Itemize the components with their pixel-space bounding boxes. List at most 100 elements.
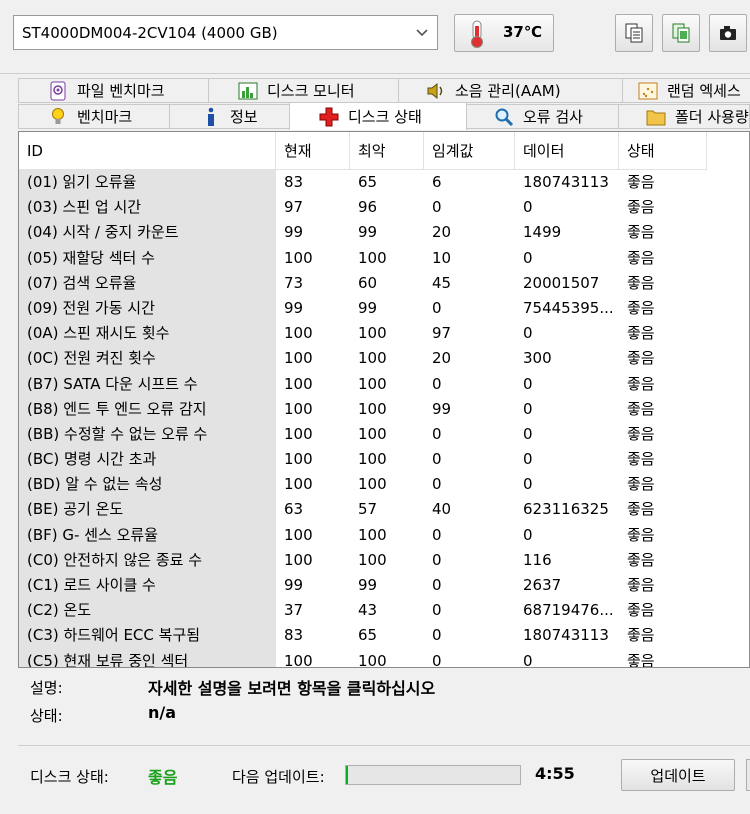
raw-data: 75445395... bbox=[523, 298, 614, 317]
copy-all-icon bbox=[672, 23, 690, 43]
copy-all-button[interactable] bbox=[662, 14, 700, 52]
raw-data: 2637 bbox=[523, 576, 562, 594]
state-label: 상태: bbox=[30, 707, 63, 725]
attr-id: (BD) 알 수 없는 속성 bbox=[19, 472, 276, 498]
tab-info[interactable]: 정보 bbox=[169, 104, 290, 129]
status-value: 좋음 bbox=[627, 475, 655, 494]
column-header-worst[interactable]: 최악 bbox=[350, 132, 424, 170]
tab-label: 파일 벤치마크 bbox=[77, 82, 165, 100]
attr-id: (01) 읽기 오류율 bbox=[19, 170, 276, 196]
worst-value: 100 bbox=[358, 374, 387, 393]
worst-value: 96 bbox=[358, 198, 378, 217]
table-row[interactable]: (BE) 공기 온도 63 57 40 623116325 좋음 bbox=[19, 497, 749, 523]
table-row[interactable]: (BF) G- 센스 오류율 100 100 0 0 좋음 bbox=[19, 522, 749, 548]
column-header-status[interactable]: 상태 bbox=[619, 132, 707, 170]
status-value: 좋음 bbox=[627, 173, 655, 191]
extra-button[interactable] bbox=[746, 759, 750, 791]
threshold-value: 40 bbox=[432, 500, 452, 519]
raw-data: 0 bbox=[523, 424, 533, 443]
current-value: 100 bbox=[284, 399, 313, 418]
current-value: 100 bbox=[284, 324, 313, 343]
column-header-data[interactable]: 데이터 bbox=[515, 132, 619, 170]
current-value: 100 bbox=[284, 475, 313, 494]
info-icon bbox=[200, 107, 222, 127]
tab-error-scan[interactable]: 오류 검사 bbox=[466, 104, 619, 129]
raw-data: 20001507 bbox=[523, 273, 600, 292]
attr-id: (C5) 현재 보류 중인 섹터 bbox=[19, 648, 276, 667]
tab-benchmark[interactable]: 벤치마크 bbox=[18, 104, 170, 129]
table-row[interactable]: (B7) SATA 다운 시프트 수 100 100 0 0 좋음 bbox=[19, 371, 749, 397]
table-row[interactable]: (05) 재할당 섹터 수 100 100 10 0 좋음 bbox=[19, 245, 749, 271]
screenshot-button[interactable] bbox=[709, 14, 747, 52]
tab-file-benchmark[interactable]: 파일 벤치마크 bbox=[18, 78, 209, 103]
table-body: (01) 읽기 오류율 83 65 6 180743113 좋음 (03) 스핀 업 시간 9… bbox=[19, 170, 749, 667]
tab-random-access[interactable]: 랜덤 엑세스 bbox=[622, 78, 750, 103]
table-row[interactable]: (03) 스핀 업 시간 97 96 0 0 좋음 bbox=[19, 195, 749, 221]
table-row[interactable]: (BC) 명령 시간 초과 100 100 0 0 좋음 bbox=[19, 447, 749, 473]
worst-value: 100 bbox=[358, 475, 387, 494]
current-value: 83 bbox=[284, 626, 304, 645]
table-row[interactable]: (04) 시작 / 중지 카운트 99 99 20 1499 좋음 bbox=[19, 220, 749, 246]
tab-label: 오류 검사 bbox=[523, 108, 583, 126]
status-value: 좋음 bbox=[627, 374, 655, 393]
worst-value: 100 bbox=[358, 424, 387, 443]
status-value: 좋음 bbox=[627, 576, 655, 594]
tab-aam[interactable]: 소음 관리(AAM) bbox=[398, 78, 623, 103]
tab-folder-usage[interactable]: 폴더 사용량 bbox=[618, 104, 750, 129]
table-row[interactable]: (C5) 현재 보류 중인 섹터 100 100 0 0 좋음 bbox=[19, 648, 749, 667]
tab-strip: 파일 벤치마크 디스크 모니터 소음 관리(AAM) 랜덤 엑세스 벤치마크 정… bbox=[18, 78, 750, 132]
attr-id: (B8) 엔드 투 엔드 오류 감지 bbox=[19, 396, 276, 422]
state-value: n/a bbox=[148, 703, 177, 722]
table-row[interactable]: (C1) 로드 사이클 수 99 99 0 2637 좋음 bbox=[19, 573, 749, 599]
tab-label: 랜덤 엑세스 bbox=[667, 82, 741, 100]
current-value: 100 bbox=[284, 349, 313, 368]
tab-disk-health[interactable]: 디스크 상태 bbox=[289, 102, 467, 130]
speaker-icon bbox=[425, 81, 447, 101]
update-button[interactable]: 업데이트 bbox=[621, 759, 735, 791]
attr-id: (B7) SATA 다운 시프트 수 bbox=[19, 371, 276, 397]
raw-data: 180743113 bbox=[523, 626, 609, 645]
disk-status-label: 디스크 상태: bbox=[30, 768, 109, 786]
worst-value: 65 bbox=[358, 626, 378, 645]
divider bbox=[18, 745, 750, 746]
drive-select[interactable]: ST4000DM004-2CV104 (4000 GB) bbox=[13, 15, 438, 50]
table-row[interactable]: (BD) 알 수 없는 속성 100 100 0 0 좋음 bbox=[19, 472, 749, 498]
disk-status-value: 좋음 bbox=[148, 768, 178, 787]
table-row[interactable]: (C2) 온도 37 43 0 68719476... 좋음 bbox=[19, 598, 749, 624]
threshold-value: 0 bbox=[432, 601, 442, 620]
table-row[interactable]: (B8) 엔드 투 엔드 오류 감지 100 100 99 0 좋음 bbox=[19, 396, 749, 422]
table-row[interactable]: (09) 전원 가동 시간 99 99 0 75445395... 좋음 bbox=[19, 295, 749, 322]
worst-value: 100 bbox=[358, 525, 387, 544]
current-value: 99 bbox=[284, 298, 304, 317]
threshold-value: 0 bbox=[432, 525, 442, 544]
threshold-value: 10 bbox=[432, 248, 452, 267]
table-row[interactable]: (0C) 전원 켜진 횟수 100 100 20 300 좋음 bbox=[19, 346, 749, 372]
threshold-value: 0 bbox=[432, 475, 442, 494]
raw-data: 1499 bbox=[523, 223, 562, 242]
smart-attributes-table[interactable]: ID 현재 최악 임계값 데이터 상태 (01) 읽기 오류율 83 65 6 1807… bbox=[18, 131, 750, 668]
status-value: 좋음 bbox=[627, 601, 655, 620]
column-header-current[interactable]: 현재 bbox=[276, 132, 350, 170]
table-row[interactable]: (01) 읽기 오류율 83 65 6 180743113 좋음 bbox=[19, 170, 749, 196]
raw-data: 0 bbox=[523, 475, 533, 494]
table-row[interactable]: (C0) 안전하지 않은 종료 수 100 100 0 116 좋음 bbox=[19, 547, 749, 573]
attr-id: (C3) 하드웨어 ECC 복구됨 bbox=[19, 623, 276, 649]
threshold-value: 0 bbox=[432, 450, 442, 469]
table-row[interactable]: (0A) 스핀 재시도 횟수 100 100 97 0 좋음 bbox=[19, 321, 749, 347]
copy-button[interactable] bbox=[615, 14, 653, 52]
next-update-progress bbox=[345, 765, 521, 785]
worst-value: 65 bbox=[358, 173, 378, 191]
table-row[interactable]: (07) 검색 오류율 73 60 45 20001507 좋음 bbox=[19, 270, 749, 296]
tab-disk-monitor[interactable]: 디스크 모니터 bbox=[208, 78, 399, 103]
lightbulb-icon bbox=[47, 107, 69, 127]
table-row[interactable]: (BB) 수정할 수 없는 오류 수 100 100 0 0 좋음 bbox=[19, 421, 749, 448]
top-toolbar: ST4000DM004-2CV104 (4000 GB) 37℃ bbox=[0, 0, 750, 74]
current-value: 100 bbox=[284, 450, 313, 469]
threshold-value: 0 bbox=[432, 576, 442, 594]
status-value: 좋음 bbox=[627, 550, 655, 569]
column-header-threshold[interactable]: 임계값 bbox=[424, 132, 515, 170]
drive-select-value: ST4000DM004-2CV104 (4000 GB) bbox=[22, 23, 278, 42]
copy-icon bbox=[625, 23, 643, 43]
table-row[interactable]: (C3) 하드웨어 ECC 복구됨 83 65 0 180743113 좋음 bbox=[19, 623, 749, 649]
column-header-id[interactable]: ID bbox=[19, 132, 276, 170]
